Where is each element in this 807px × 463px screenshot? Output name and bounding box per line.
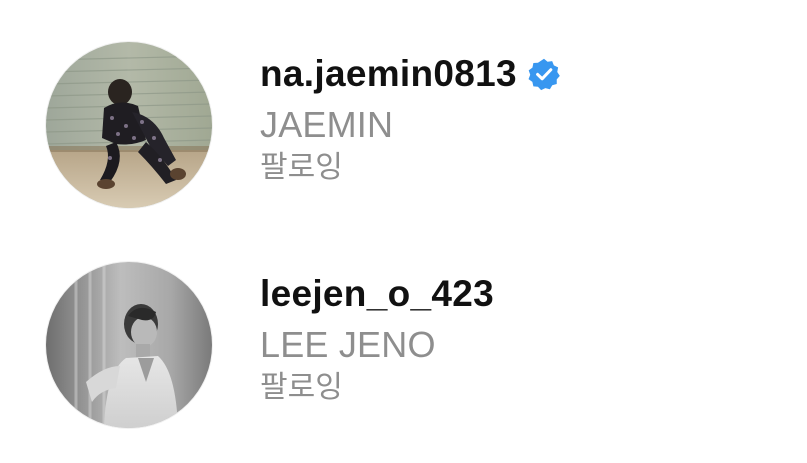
account-row-leejen-o-423[interactable]: leejen_o_423 LEE JENO 팔로잉 xyxy=(0,242,807,442)
profile-photo-icon xyxy=(46,42,212,208)
username-line: na.jaemin0813 xyxy=(260,50,561,98)
username-line: leejen_o_423 xyxy=(260,270,494,318)
account-info: leejen_o_423 LEE JENO 팔로잉 xyxy=(260,270,494,408)
following-list: na.jaemin0813 JAEMIN 팔로잉 leejen_o_423 LE… xyxy=(0,0,807,463)
profile-photo-icon xyxy=(46,262,212,428)
avatar[interactable] xyxy=(46,262,212,428)
avatar[interactable] xyxy=(46,42,212,208)
username[interactable]: na.jaemin0813 xyxy=(260,53,517,95)
account-info: na.jaemin0813 JAEMIN 팔로잉 xyxy=(260,50,561,188)
following-status: 팔로잉 xyxy=(260,150,343,185)
verified-badge-icon xyxy=(527,57,561,91)
username[interactable]: leejen_o_423 xyxy=(260,273,494,315)
full-name: LEE JENO xyxy=(260,324,436,365)
account-row-na-jaemin0813[interactable]: na.jaemin0813 JAEMIN 팔로잉 xyxy=(0,22,807,222)
following-status: 팔로잉 xyxy=(260,370,343,405)
full-name: JAEMIN xyxy=(260,104,394,145)
